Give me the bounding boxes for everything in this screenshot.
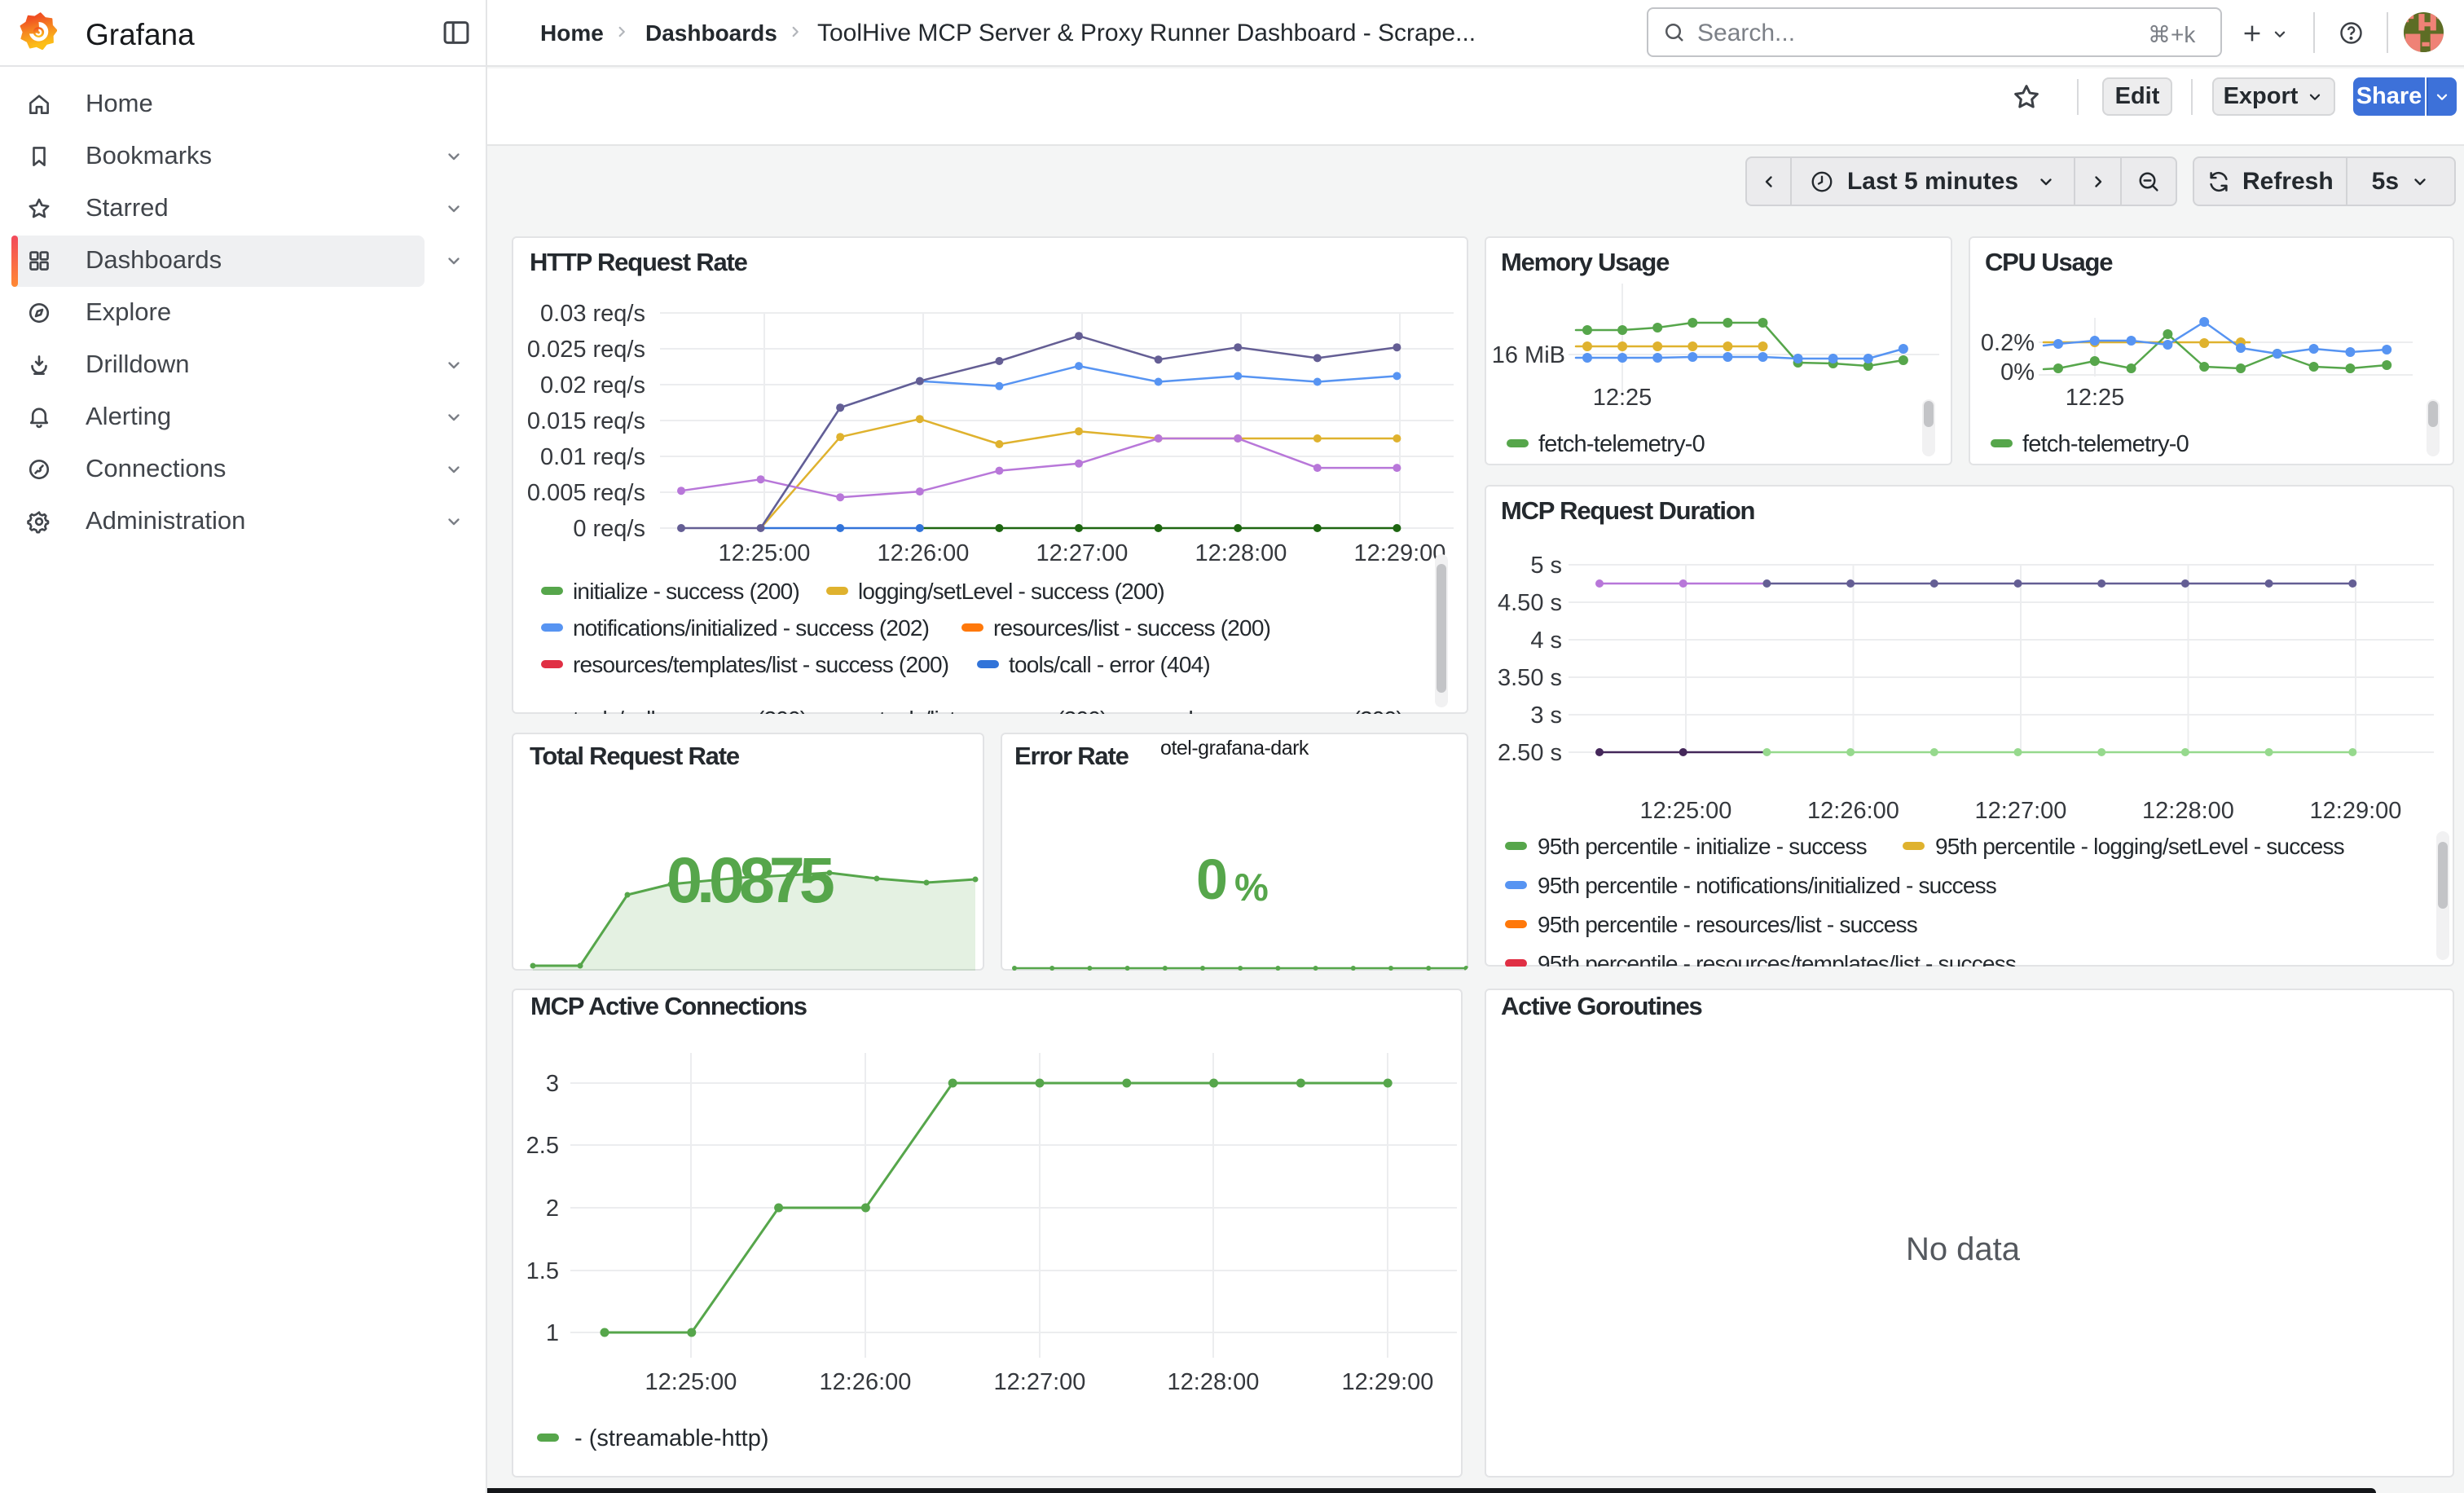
svg-text:95th percentile - resources/te: 95th percentile - resources/templates/li… bbox=[1538, 951, 2016, 967]
svg-text:1.5: 1.5 bbox=[526, 1258, 559, 1284]
svg-text:3: 3 bbox=[546, 1071, 559, 1097]
svg-text:%: % bbox=[1234, 865, 1269, 909]
svg-text:12:29:00: 12:29:00 bbox=[2310, 798, 2402, 824]
svg-text:12:28:00: 12:28:00 bbox=[1195, 540, 1287, 566]
svg-text:12:25:00: 12:25:00 bbox=[645, 1369, 737, 1395]
svg-text:0.02 req/s: 0.02 req/s bbox=[540, 372, 645, 399]
svg-text:notifications/initialized - su: notifications/initialized - success (202… bbox=[573, 615, 929, 641]
svg-text:0.025 req/s: 0.025 req/s bbox=[527, 337, 645, 363]
svg-text:12:29:00: 12:29:00 bbox=[1342, 1369, 1434, 1395]
svg-text:2: 2 bbox=[546, 1196, 559, 1222]
svg-text:12:25: 12:25 bbox=[2066, 385, 2125, 411]
svg-text:1: 1 bbox=[546, 1320, 559, 1346]
svg-text:0.005 req/s: 0.005 req/s bbox=[527, 480, 645, 506]
svg-text:4 s: 4 s bbox=[1530, 628, 1562, 654]
svg-text:95th percentile - resources/li: 95th percentile - resources/list - succe… bbox=[1538, 912, 1917, 937]
svg-text:fetch-telemetry-0: fetch-telemetry-0 bbox=[2022, 431, 2189, 457]
svg-text:12:25: 12:25 bbox=[1593, 385, 1652, 411]
svg-text:0: 0 bbox=[1196, 848, 1228, 911]
svg-text:unknown - success (200): unknown - success (200) bbox=[1164, 707, 1403, 714]
svg-text:12:28:00: 12:28:00 bbox=[1168, 1369, 1260, 1395]
svg-text:4.50 s: 4.50 s bbox=[1498, 590, 1562, 616]
svg-text:tools/call - error (404): tools/call - error (404) bbox=[1009, 652, 1210, 677]
svg-text:tools/list - success (200): tools/list - success (200) bbox=[879, 707, 1107, 714]
svg-text:initialize - success (200): initialize - success (200) bbox=[573, 579, 799, 604]
svg-text:otel-grafana-dark: otel-grafana-dark bbox=[1160, 737, 1309, 760]
svg-text:tools/call - success (200): tools/call - success (200) bbox=[573, 707, 807, 714]
svg-text:0 req/s: 0 req/s bbox=[573, 516, 645, 542]
svg-text:- (streamable-http): - (streamable-http) bbox=[574, 1425, 769, 1451]
svg-text:12:27:00: 12:27:00 bbox=[1036, 540, 1129, 566]
svg-text:12:27:00: 12:27:00 bbox=[994, 1369, 1086, 1395]
svg-text:12:26:00: 12:26:00 bbox=[1807, 798, 1899, 824]
svg-text:3.50 s: 3.50 s bbox=[1498, 665, 1562, 691]
svg-text:Error Rate: Error Rate bbox=[1014, 742, 1129, 770]
svg-text:16 MiB: 16 MiB bbox=[1492, 342, 1565, 368]
svg-text:fetch-telemetry-0: fetch-telemetry-0 bbox=[1538, 431, 1705, 457]
svg-text:logging/setLevel - success (20: logging/setLevel - success (200) bbox=[858, 579, 1164, 604]
svg-text:Total Request Rate: Total Request Rate bbox=[530, 742, 740, 770]
svg-text:12:25:00: 12:25:00 bbox=[719, 540, 811, 566]
svg-text:Memory Usage: Memory Usage bbox=[1501, 248, 1670, 276]
svg-text:0.03 req/s: 0.03 req/s bbox=[540, 301, 645, 327]
svg-text:2.50 s: 2.50 s bbox=[1498, 740, 1562, 766]
svg-text:12:29:00: 12:29:00 bbox=[1354, 540, 1446, 566]
svg-text:12:26:00: 12:26:00 bbox=[878, 540, 970, 566]
svg-text:MCP Active Connections: MCP Active Connections bbox=[530, 992, 807, 1020]
svg-text:HTTP Request Rate: HTTP Request Rate bbox=[530, 248, 748, 276]
svg-text:95th percentile - logging/setL: 95th percentile - logging/setLevel - suc… bbox=[1935, 834, 2344, 859]
svg-text:0.2%: 0.2% bbox=[1981, 330, 2035, 356]
svg-text:2.5: 2.5 bbox=[526, 1133, 559, 1159]
svg-text:resources/list - success (200): resources/list - success (200) bbox=[993, 615, 1270, 641]
svg-text:12:26:00: 12:26:00 bbox=[820, 1369, 912, 1395]
svg-text:5 s: 5 s bbox=[1530, 553, 1562, 579]
svg-text:95th percentile - notification: 95th percentile - notifications/initiali… bbox=[1538, 873, 1996, 898]
svg-text:0%: 0% bbox=[2000, 359, 2035, 385]
svg-text:Active Goroutines: Active Goroutines bbox=[1501, 992, 1702, 1020]
svg-text:No data: No data bbox=[1906, 1231, 2021, 1267]
svg-text:0.015 req/s: 0.015 req/s bbox=[527, 408, 645, 434]
svg-text:3 s: 3 s bbox=[1530, 702, 1562, 729]
svg-text:MCP Request Duration: MCP Request Duration bbox=[1501, 496, 1755, 525]
svg-text:95th percentile - initialize -: 95th percentile - initialize - success bbox=[1538, 834, 1867, 859]
svg-text:12:27:00: 12:27:00 bbox=[1975, 798, 2067, 824]
svg-text:0.0875: 0.0875 bbox=[667, 843, 834, 916]
svg-text:resources/templates/list - suc: resources/templates/list - success (200) bbox=[573, 652, 948, 677]
svg-text:0.01 req/s: 0.01 req/s bbox=[540, 444, 645, 470]
svg-text:12:28:00: 12:28:00 bbox=[2142, 798, 2234, 824]
svg-text:CPU Usage: CPU Usage bbox=[1985, 248, 2113, 276]
svg-text:12:25:00: 12:25:00 bbox=[1640, 798, 1732, 824]
